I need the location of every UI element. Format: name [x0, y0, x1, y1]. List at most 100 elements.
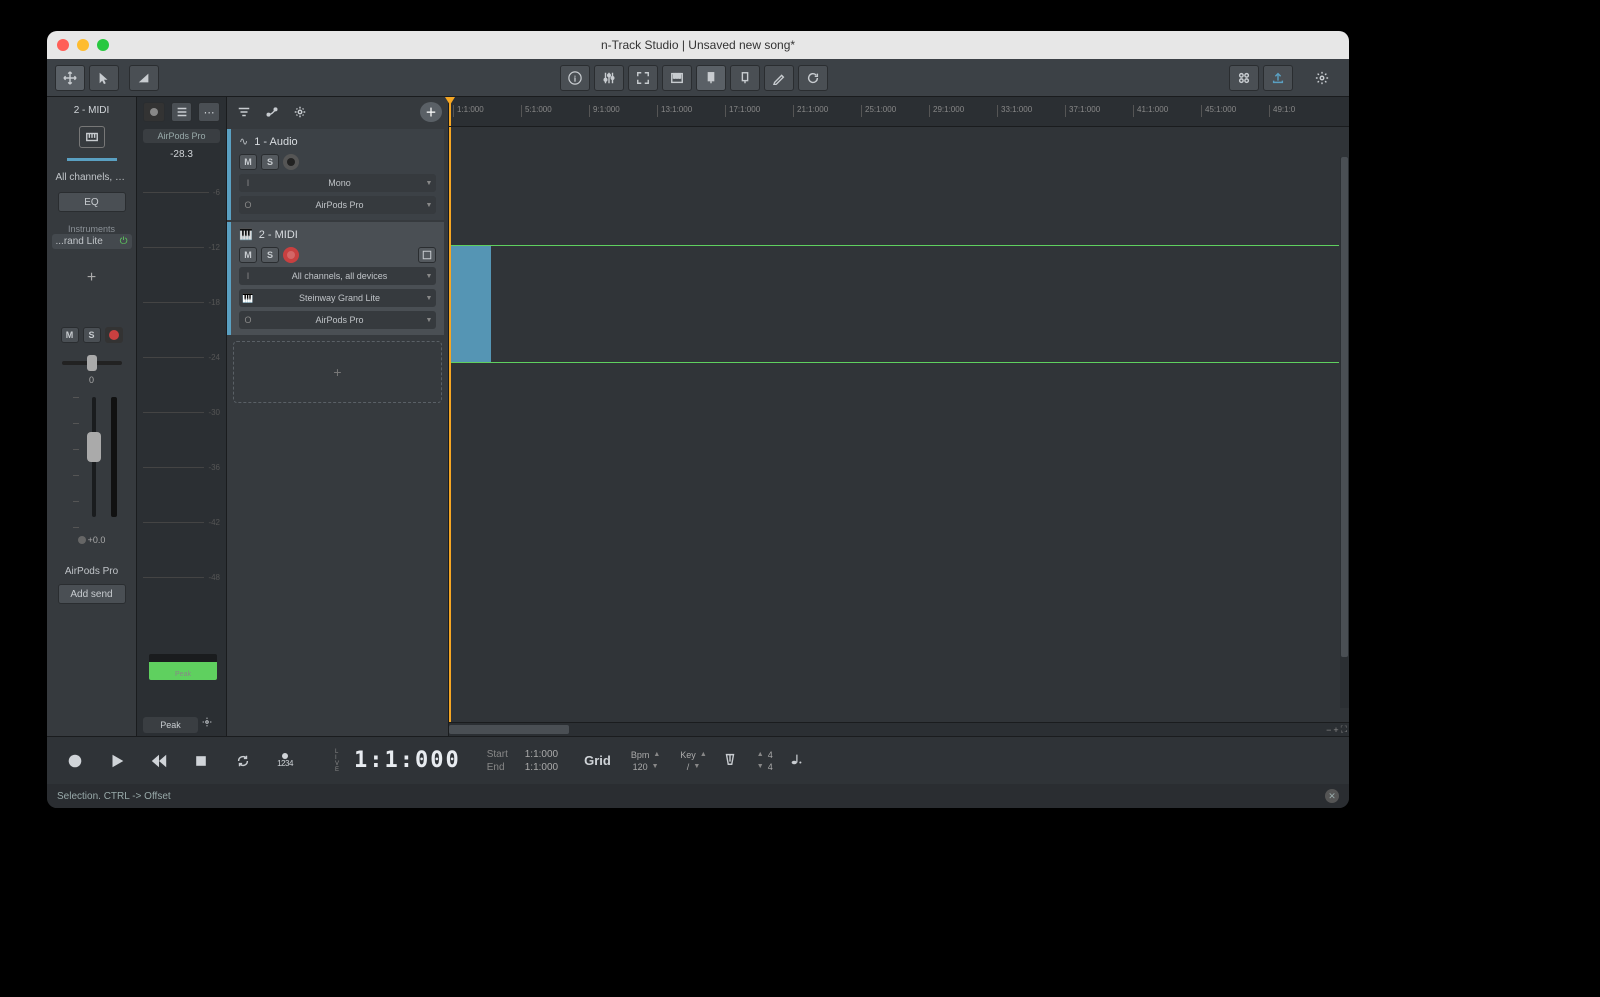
playhead[interactable]: [449, 97, 451, 126]
ruler-tick: 49:1:0: [1269, 105, 1295, 117]
timeline-hscroll[interactable]: − + ⛶: [449, 722, 1349, 736]
record-button[interactable]: [57, 745, 93, 777]
meter-db-readout: -28.3: [137, 149, 226, 160]
bpm-up[interactable]: ▲: [653, 751, 660, 758]
output-label[interactable]: AirPods Pro: [52, 563, 132, 580]
expand-track-button[interactable]: [418, 247, 436, 263]
loop-button[interactable]: [225, 745, 261, 777]
tracks-automation-button[interactable]: [261, 102, 283, 122]
metronome-button[interactable]: [723, 752, 737, 769]
mute-button[interactable]: M: [239, 247, 257, 263]
meter-tick: -12: [143, 243, 220, 252]
marker-b-button[interactable]: [730, 65, 760, 91]
tracks-settings-button[interactable]: [289, 102, 311, 122]
pointer-tool-button[interactable]: [89, 65, 119, 91]
track-io-row[interactable]: O AirPods Pro ▼: [239, 311, 436, 329]
record-arm-button[interactable]: [105, 327, 123, 343]
move-tool-button[interactable]: [55, 65, 85, 91]
ts-bot-down[interactable]: ▼: [757, 763, 764, 770]
zoom-out-button[interactable]: −: [1326, 725, 1331, 735]
tracks-filter-button[interactable]: [233, 102, 255, 122]
track-io-row[interactable]: O AirPods Pro ▼: [239, 196, 436, 214]
ts-top[interactable]: 4: [768, 750, 773, 760]
power-icon[interactable]: ⏻: [120, 236, 128, 247]
record-arm-button[interactable]: [283, 247, 299, 263]
track-io-row[interactable]: I All channels, all devices ▼: [239, 267, 436, 285]
piano-button[interactable]: [662, 65, 692, 91]
start-value[interactable]: 1:1:000: [525, 749, 558, 760]
track-header-audio[interactable]: ∿ 1 - Audio M S I Mono ▼ O AirPods Pro ▼: [227, 129, 444, 220]
meter-menu-button[interactable]: [171, 102, 193, 122]
meter-record-button[interactable]: [143, 102, 165, 122]
meter-mode[interactable]: Peak: [143, 717, 198, 733]
bpm-down[interactable]: ▼: [652, 763, 659, 770]
marker-a-button[interactable]: [696, 65, 726, 91]
add-track-button[interactable]: ＋: [420, 102, 442, 122]
eq-button[interactable]: EQ: [58, 192, 126, 212]
mute-button[interactable]: M: [61, 327, 79, 343]
fullscreen-button[interactable]: [628, 65, 658, 91]
refresh-button[interactable]: [798, 65, 828, 91]
ruler-tick: 21:1:000: [793, 105, 828, 117]
instrument-slot[interactable]: ...rand Lite ⏻: [52, 234, 132, 249]
tracks-header: ＋: [227, 97, 448, 127]
track-header-midi[interactable]: 🎹 2 - MIDI M S I All channels, all devic…: [227, 222, 444, 335]
grid-toggle[interactable]: Grid: [584, 753, 611, 768]
end-label: End: [487, 762, 517, 773]
play-button[interactable]: [99, 745, 135, 777]
add-send-button[interactable]: Add send: [58, 584, 126, 604]
time-ruler[interactable]: 1:1:0005:1:0009:1:00013:1:00017:1:00021:…: [449, 97, 1349, 127]
track-io-row[interactable]: I Mono ▼: [239, 174, 436, 192]
time-display[interactable]: 1:1:000: [354, 748, 461, 773]
meter-device[interactable]: AirPods Pro: [143, 129, 220, 143]
bpm-value[interactable]: 120: [633, 762, 648, 772]
share-button[interactable]: [1263, 65, 1293, 91]
track-type-icon[interactable]: [79, 126, 105, 148]
stop-button[interactable]: [183, 745, 219, 777]
ts-top-up[interactable]: ▲: [757, 751, 764, 758]
stereo-indicator[interactable]: +0.0: [78, 535, 106, 545]
rewind-button[interactable]: [141, 745, 177, 777]
fade-tool-button[interactable]: [129, 65, 159, 91]
meter-scale: -6-12-18-24-30-36-42-48 Peak: [143, 168, 220, 710]
solo-button[interactable]: S: [261, 247, 279, 263]
timeline-row-audio[interactable]: [449, 127, 1339, 245]
plugins-button[interactable]: [1229, 65, 1259, 91]
meter-more-button[interactable]: ⋯: [198, 102, 220, 122]
zoom-in-button[interactable]: +: [1333, 725, 1338, 735]
add-track-ghost[interactable]: +: [233, 341, 442, 403]
start-label: Start: [487, 749, 517, 760]
status-close-button[interactable]: ✕: [1325, 789, 1339, 803]
key-value[interactable]: /: [687, 762, 690, 772]
timeline-body[interactable]: [449, 127, 1349, 722]
zoom-fit-button[interactable]: ⛶: [1341, 724, 1347, 735]
solo-button[interactable]: S: [261, 154, 279, 170]
svg-text:i: i: [574, 73, 577, 83]
draw-tool-button[interactable]: [764, 65, 794, 91]
ruler-tick: 29:1:000: [929, 105, 964, 117]
timeline-row-midi[interactable]: [449, 245, 1339, 363]
inspector-channels[interactable]: All channels, a...: [52, 169, 132, 186]
playhead-line[interactable]: [449, 127, 451, 722]
solo-button[interactable]: S: [83, 327, 101, 343]
info-button[interactable]: i: [560, 65, 590, 91]
key-label: Key: [680, 750, 696, 760]
track-io-row[interactable]: 🎹 Steinway Grand Lite ▼: [239, 289, 436, 307]
end-value[interactable]: 1:1:000: [525, 762, 558, 773]
key-down[interactable]: ▼: [693, 763, 700, 770]
note-value-button[interactable]: [789, 752, 803, 769]
record-arm-button[interactable]: [283, 154, 299, 170]
metronome-count-button[interactable]: 1234: [267, 745, 303, 777]
midi-clip[interactable]: [449, 246, 491, 362]
timeline-vscroll[interactable]: [1340, 157, 1349, 708]
ts-bot[interactable]: 4: [768, 762, 773, 772]
mute-button[interactable]: M: [239, 154, 257, 170]
key-up[interactable]: ▲: [700, 751, 707, 758]
add-instrument-button[interactable]: +: [87, 269, 96, 287]
volume-fader[interactable]: [85, 397, 103, 517]
mixer-button[interactable]: [594, 65, 624, 91]
titlebar: n-Track Studio | Unsaved new song*: [47, 31, 1349, 59]
pan-control[interactable]: 0: [62, 353, 122, 393]
meter-settings-button[interactable]: [202, 717, 220, 733]
settings-button[interactable]: [1307, 65, 1337, 91]
